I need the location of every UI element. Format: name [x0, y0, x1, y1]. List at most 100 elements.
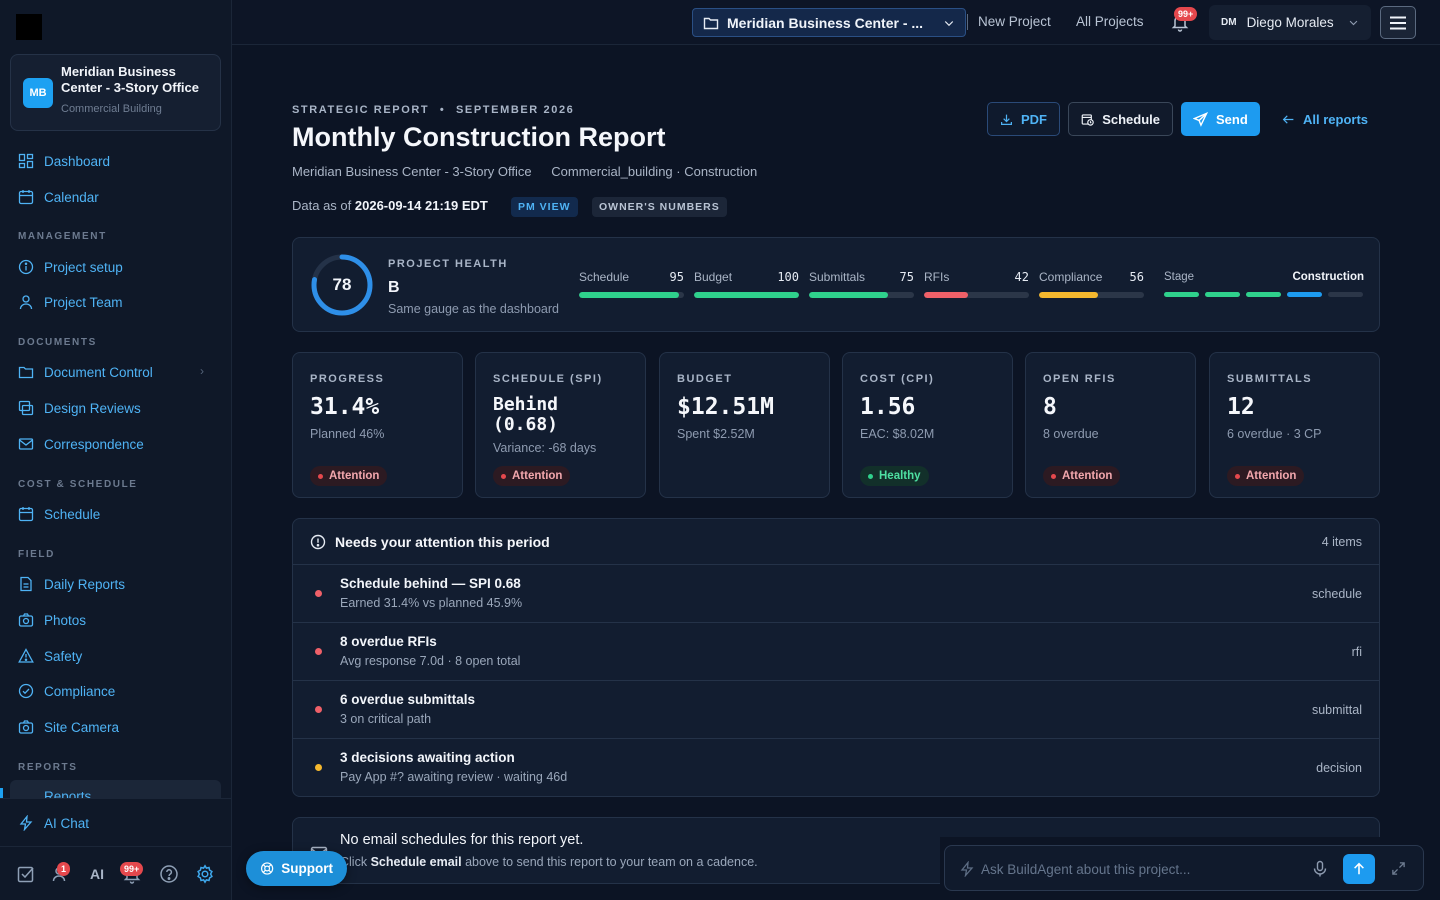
health-grade: B [388, 279, 400, 296]
email-empty-description: Click Schedule email above to send this … [340, 855, 758, 869]
kpi-card-submittals[interactable]: SUBMITTALS 12 6 overdue · 3 CP Attention [1209, 352, 1380, 498]
metric-bar-fill [694, 292, 799, 298]
sidebar-item-site-camera[interactable]: Site Camera [18, 716, 119, 738]
sidebar-item-label: Correspondence [44, 436, 144, 452]
sidebar-item-label: Photos [44, 612, 87, 628]
report-icon [20, 576, 32, 592]
warning-icon [18, 648, 34, 663]
kpi-subtext: Variance: -68 days [493, 441, 597, 455]
attention-count: 4 items [1321, 535, 1362, 549]
attention-row-detail: Earned 31.4% vs planned 45.9% [340, 596, 523, 610]
attention-row[interactable]: 6 overdue submittals 3 on critical path su… [293, 681, 1379, 739]
stage-segment [1287, 292, 1322, 297]
all-projects-link[interactable]: All Projects [1076, 14, 1144, 29]
attention-row-title: 6 overdue submittals [340, 692, 476, 707]
severity-dot [315, 706, 322, 713]
kpi-card-open-rfis[interactable]: OPEN RFIS 8 8 overdue Attention [1025, 352, 1196, 498]
ai-button[interactable]: AI [90, 866, 104, 882]
kpi-subtext: Spent $2.52M [677, 427, 755, 441]
check-circle-icon [18, 683, 34, 699]
stage-segment [1164, 292, 1199, 297]
all-reports-link[interactable]: All reports [1270, 102, 1380, 136]
kpi-card-cost-cpi[interactable]: COST (CPI) 1.56 EAC: $8.02M Healthy [842, 352, 1013, 498]
metric-value: 100 [777, 270, 799, 284]
health-label: PROJECT HEALTH [388, 258, 508, 270]
microphone-icon[interactable] [1311, 860, 1329, 878]
ask-agent-bar [944, 845, 1424, 891]
kpi-card-budget[interactable]: BUDGET $12.51M Spent $2.52M [659, 352, 830, 498]
new-project-link[interactable]: New Project [978, 14, 1051, 29]
pm-view-chip[interactable]: PM VIEW [511, 197, 578, 217]
kpi-card-schedule-spi[interactable]: SCHEDULE (SPI) Behind (0.68) Variance: -68… [475, 352, 646, 498]
ask-agent-input[interactable] [981, 854, 1301, 884]
attention-title: Needs your attention this period [335, 534, 550, 550]
sidebar-item-label: Design Reviews [44, 400, 141, 416]
schedule-button-label: Schedule [1102, 111, 1160, 127]
section-documents: DOCUMENTS [18, 337, 97, 348]
pdf-button[interactable]: PDF [987, 102, 1060, 136]
tasks-icon[interactable] [16, 864, 36, 884]
kpi-value: $12.51M [677, 394, 774, 420]
project-selector[interactable]: Meridian Business Center - ... [692, 8, 966, 37]
expand-icon[interactable] [1391, 861, 1406, 876]
download-icon [1001, 114, 1012, 125]
sidebar-item-safety[interactable]: Safety [18, 645, 82, 667]
kpi-label: PROGRESS [310, 373, 385, 385]
metric-value: 56 [1129, 270, 1144, 284]
attention-row[interactable]: 3 decisions awaiting action Pay App #? aw… [293, 739, 1379, 796]
sidebar-item-dashboard[interactable]: Dashboard [18, 150, 110, 172]
chevron-right-icon[interactable]: › [200, 364, 204, 378]
user-menu[interactable]: DM Diego Morales [1209, 5, 1371, 40]
calendar-icon [18, 190, 34, 205]
status-label: Attention [512, 470, 563, 482]
schedule-email-link[interactable]: Schedule email [371, 855, 462, 869]
metric-bar-fill [924, 292, 969, 298]
sidebar-item-label: Schedule [44, 506, 101, 522]
sidebar-item-daily-reports[interactable]: Daily Reports [18, 573, 125, 595]
kpi-card-progress[interactable]: PROGRESS 31.4% Planned 46% Attention [292, 352, 463, 498]
sidebar-item-project-team[interactable]: Project Team [18, 291, 123, 313]
sidebar-item-reports[interactable]: Reports [10, 780, 221, 798]
sidebar-item-calendar[interactable]: Calendar [18, 186, 99, 208]
app-logo[interactable] [16, 14, 42, 40]
divider [0, 798, 232, 799]
support-button[interactable]: Support [246, 851, 347, 886]
settings-gear-icon[interactable] [195, 864, 215, 884]
help-icon[interactable] [159, 864, 179, 884]
schedule-button[interactable]: Schedule [1068, 102, 1173, 136]
sidebar-item-label: Daily Reports [44, 576, 126, 592]
sidebar-item-correspondence[interactable]: Correspondence [18, 433, 144, 455]
attention-row[interactable]: 8 overdue RFIs Avg response 7.0d · 8 open… [293, 623, 1379, 681]
section-management: MANAGEMENT [18, 231, 107, 242]
sidebar-item-document-control[interactable]: Document Control [18, 361, 153, 383]
attention-row-category: submittal [1311, 703, 1362, 717]
hamburger-menu-button[interactable] [1380, 6, 1416, 39]
metric-bar-track [694, 292, 799, 298]
attention-row[interactable]: Schedule behind — SPI 0.68 Earned 31.4% v… [293, 565, 1379, 623]
sidebar-item-project-setup[interactable]: Project setup [18, 256, 123, 278]
project-card[interactable]: MB Meridian Business Center - 3-Story Of… [10, 54, 221, 131]
bell-badge: 99+ [1174, 7, 1198, 21]
asof-label: Data as of [292, 198, 352, 213]
sidebar-item-design-reviews[interactable]: Design Reviews [18, 397, 141, 419]
metric-bar-track [579, 292, 684, 298]
sidebar-item-label: Reports [44, 789, 92, 798]
sidebar-item-compliance[interactable]: Compliance [18, 680, 115, 702]
sidebar-item-label: Compliance [44, 683, 116, 699]
severity-dot [315, 648, 322, 655]
owners-numbers-chip[interactable]: OWNER'S NUMBERS [592, 197, 727, 217]
sidebar: MB Meridian Business Center - 3-Story Of… [0, 0, 232, 900]
send-button[interactable]: Send [1181, 102, 1260, 136]
sidebar-item-schedule[interactable]: Schedule [18, 503, 100, 525]
attention-row-category: schedule [1311, 587, 1362, 601]
report-type: STRATEGIC REPORT [292, 104, 430, 116]
sidebar-item-photos[interactable]: Photos [18, 609, 86, 631]
ask-send-button[interactable] [1343, 854, 1375, 884]
report-subtitle: Meridian Business Center - 3-Story Offic… [292, 164, 773, 179]
metric-bar-fill [809, 292, 888, 298]
asof-value: 2026-09-14 21:19 EDT [354, 198, 488, 213]
sidebar-item-ai-chat[interactable]: AI Chat [18, 812, 89, 834]
sidebar-item-label: Calendar [44, 189, 99, 205]
kpi-value: Behind (0.68) [493, 394, 559, 435]
health-note: Same gauge as the dashboard [388, 302, 559, 316]
